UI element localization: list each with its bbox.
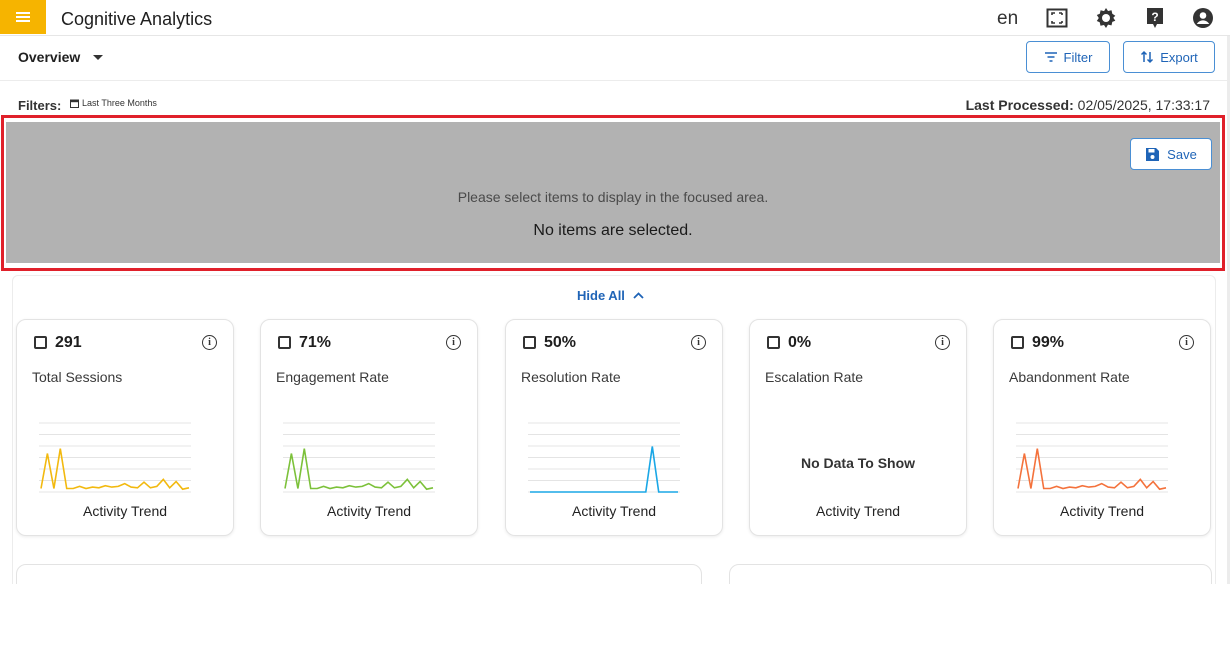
menu-icon bbox=[16, 16, 30, 18]
metric-card: 50% i Resolution Rate Activity Trend bbox=[505, 319, 723, 536]
view-selector[interactable]: Overview bbox=[18, 49, 80, 65]
no-data-message: No Data To Show bbox=[800, 455, 916, 471]
metric-name: Engagement Rate bbox=[276, 369, 389, 385]
info-icon[interactable]: i bbox=[691, 335, 706, 350]
info-icon[interactable]: i bbox=[1179, 335, 1194, 350]
metric-name: Total Sessions bbox=[32, 369, 123, 385]
info-icon[interactable]: i bbox=[935, 335, 950, 350]
chevron-down-icon[interactable] bbox=[93, 55, 103, 60]
trend-label: Activity Trend bbox=[571, 503, 657, 519]
trend-label: Activity Trend bbox=[1059, 503, 1145, 519]
account-icon[interactable] bbox=[1192, 7, 1214, 29]
select-checkbox[interactable] bbox=[34, 336, 47, 349]
hide-all-toggle[interactable]: Hide All bbox=[577, 288, 644, 303]
select-checkbox[interactable] bbox=[767, 336, 780, 349]
metric-name: Escalation Rate bbox=[765, 369, 864, 385]
language-selector[interactable]: en bbox=[997, 8, 1018, 30]
sparkline-chart bbox=[39, 422, 191, 493]
hide-all-label: Hide All bbox=[577, 288, 625, 303]
focused-area-highlight: Save Please select items to display in t… bbox=[1, 115, 1225, 271]
trend-label: Activity Trend bbox=[815, 503, 901, 519]
metric-card: 71% i Engagement Rate Activity Trend bbox=[260, 319, 478, 536]
settings-icon[interactable] bbox=[1095, 7, 1117, 29]
select-checkbox[interactable] bbox=[278, 336, 291, 349]
focused-area: Save Please select items to display in t… bbox=[6, 122, 1220, 263]
metric-name: Abandonment Rate bbox=[1009, 369, 1130, 385]
metric-value: 0% bbox=[788, 334, 812, 351]
metric-value: 50% bbox=[544, 334, 577, 351]
select-checkbox[interactable] bbox=[523, 336, 536, 349]
info-icon[interactable]: i bbox=[446, 335, 461, 350]
sub-bar: Overview Filter Export bbox=[0, 36, 1230, 81]
filter-chip[interactable]: Last Three Months bbox=[70, 98, 157, 108]
select-checkbox[interactable] bbox=[1011, 336, 1024, 349]
focus-empty-text: No items are selected. bbox=[533, 222, 693, 239]
trend-label: Activity Trend bbox=[326, 503, 412, 519]
top-bar: Cognitive Analytics en ? bbox=[0, 0, 1230, 36]
save-icon bbox=[1146, 147, 1160, 161]
page-bottom-blank bbox=[0, 584, 1230, 648]
trend-label: Activity Trend bbox=[82, 503, 168, 519]
metric-value: 71% bbox=[299, 334, 332, 351]
filter-icon bbox=[1044, 52, 1057, 62]
save-button[interactable]: Save bbox=[1130, 138, 1212, 170]
export-button[interactable]: Export bbox=[1123, 41, 1215, 73]
metric-card: 99% i Abandonment Rate Activity Trend bbox=[993, 319, 1211, 536]
sort-icon bbox=[1141, 50, 1154, 64]
export-button-label: Export bbox=[1160, 49, 1198, 65]
last-processed-label: Last Processed: bbox=[965, 97, 1074, 113]
filter-button-label: Filter bbox=[1063, 49, 1093, 65]
last-processed-value: 02/05/2025, 17:33:17 bbox=[1077, 97, 1210, 113]
last-processed: Last Processed: 02/05/2025, 17:33:17 bbox=[966, 97, 1210, 113]
sparkline-chart bbox=[528, 422, 680, 493]
focus-message: Please select items to display in the fo… bbox=[457, 189, 769, 205]
sparkline-chart bbox=[1016, 422, 1168, 493]
calendar-icon bbox=[70, 99, 79, 108]
svg-text:?: ? bbox=[1151, 10, 1158, 24]
sparkline-chart bbox=[283, 422, 435, 493]
save-button-label: Save bbox=[1167, 146, 1197, 162]
metric-card: 291 i Total Sessions Activity Trend bbox=[16, 319, 234, 536]
filter-chip-label: Last Three Months bbox=[82, 98, 157, 108]
metric-value: 99% bbox=[1032, 334, 1065, 351]
filters-label: Filters: bbox=[18, 98, 62, 113]
fullscreen-icon[interactable] bbox=[1046, 7, 1068, 29]
metric-value: 291 bbox=[55, 334, 82, 351]
menu-button[interactable] bbox=[0, 0, 46, 34]
app-title: Cognitive Analytics bbox=[61, 9, 213, 29]
help-icon[interactable]: ? bbox=[1144, 7, 1166, 29]
filter-button[interactable]: Filter bbox=[1026, 41, 1110, 73]
metric-card: 0% i Escalation Rate Activity Trend No Data … bbox=[749, 319, 967, 536]
app-root: Cognitive Analytics en ? Overview Filter… bbox=[0, 0, 1230, 648]
chevron-up-icon bbox=[633, 292, 644, 299]
info-icon[interactable]: i bbox=[202, 335, 217, 350]
metric-name: Resolution Rate bbox=[521, 369, 621, 385]
